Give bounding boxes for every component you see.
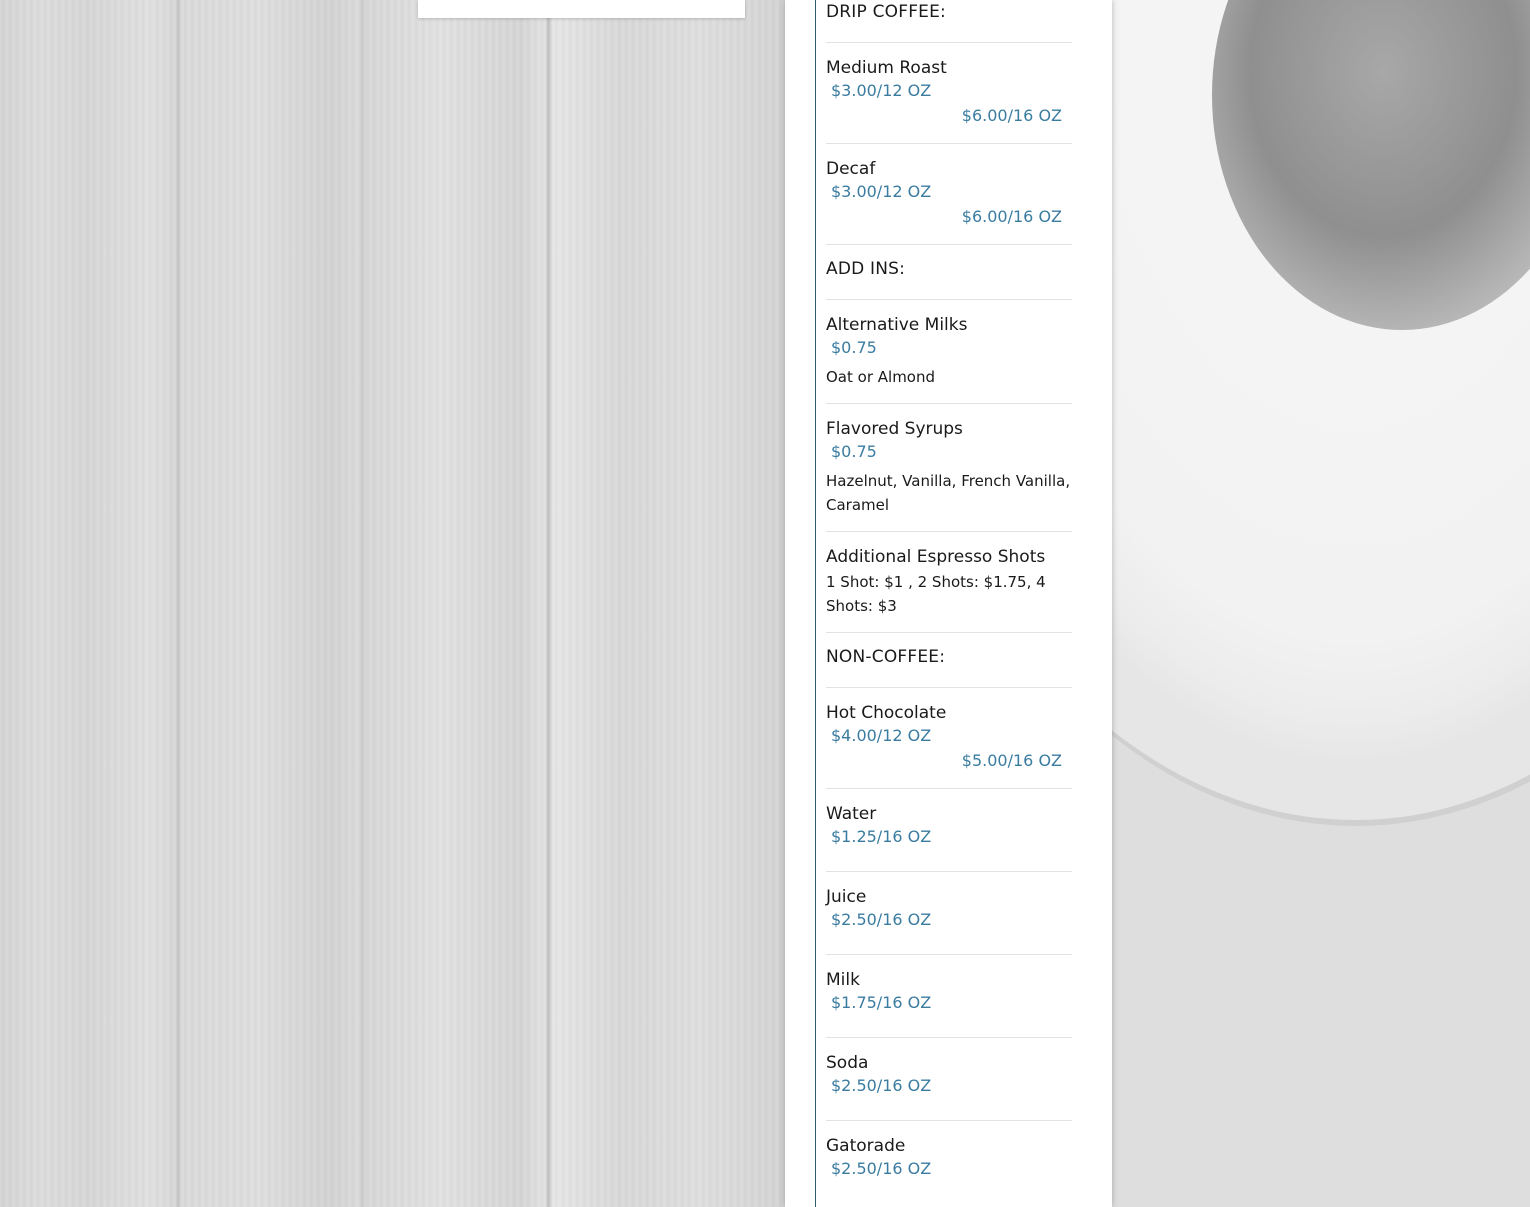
item-name: Gatorade [826, 1136, 906, 1156]
menu-item-espresso-shots: Additional Espresso Shots 1 Shot: $1 , 2… [826, 532, 1072, 633]
item-name: Medium Roast [826, 58, 947, 78]
panel-rule [815, 0, 816, 1207]
menu-item-gatorade: Gatorade $2.50/16 OZ [826, 1121, 1072, 1195]
item-price-small: $3.00/12 OZ [831, 182, 932, 201]
menu-item-juice: Juice $2.50/16 OZ [826, 872, 1072, 955]
item-price: $2.50/16 OZ [831, 910, 932, 929]
menu-item-water: Water $1.25/16 OZ [826, 789, 1072, 872]
wood-background [0, 0, 785, 1207]
menu-item-soda: Soda $2.50/16 OZ [826, 1038, 1072, 1121]
mug-background [1112, 0, 1530, 1207]
item-description: 1 Shot: $1 , 2 Shots: $1.75, 4 Shots: $3 [826, 573, 1046, 615]
menu-item-alternative-milks: Alternative Milks $0.75 Oat or Almond [826, 300, 1072, 404]
item-price: $1.75/16 OZ [831, 993, 932, 1012]
item-name: Alternative Milks [826, 315, 968, 335]
top-card [418, 0, 745, 18]
item-price-large: $5.00/16 OZ [961, 751, 1062, 770]
menu-list: DRIP COFFEE: Medium Roast $3.00/12 OZ $6… [826, 0, 1072, 1195]
item-name: Additional Espresso Shots [826, 547, 1046, 567]
item-name: Water [826, 804, 877, 824]
menu-item-flavored-syrups: Flavored Syrups $0.75 Hazelnut, Vanilla,… [826, 404, 1072, 532]
item-description: Oat or Almond [826, 368, 936, 386]
item-price-large: $6.00/16 OZ [961, 207, 1062, 226]
item-price-large: $6.00/16 OZ [961, 106, 1062, 125]
item-price: $0.75 [831, 442, 877, 461]
item-name: Milk [826, 970, 860, 990]
item-name: Flavored Syrups [826, 419, 963, 439]
item-name: Decaf [826, 159, 876, 179]
item-price: $2.50/16 OZ [831, 1159, 932, 1178]
section-title-non-coffee: NON-COFFEE: [826, 633, 1072, 688]
menu-item-milk: Milk $1.75/16 OZ [826, 955, 1072, 1038]
item-price-small: $3.00/12 OZ [831, 81, 932, 100]
section-title-add-ins: ADD INS: [826, 245, 1072, 300]
menu-item-medium-roast: Medium Roast $3.00/12 OZ $6.00/16 OZ [826, 43, 1072, 144]
item-description: Hazelnut, Vanilla, French Vanilla, Caram… [826, 472, 1071, 514]
section-title-drip-coffee: DRIP COFFEE: [826, 0, 1072, 43]
item-price: $2.50/16 OZ [831, 1076, 932, 1095]
item-name: Soda [826, 1053, 869, 1073]
item-price: $1.25/16 OZ [831, 827, 932, 846]
menu-item-decaf: Decaf $3.00/12 OZ $6.00/16 OZ [826, 144, 1072, 245]
item-price: $0.75 [831, 338, 877, 357]
menu-panel: DRIP COFFEE: Medium Roast $3.00/12 OZ $6… [785, 0, 1112, 1207]
item-name: Hot Chocolate [826, 703, 947, 723]
item-price-small: $4.00/12 OZ [831, 726, 932, 745]
item-name: Juice [826, 887, 867, 907]
menu-item-hot-chocolate: Hot Chocolate $4.00/12 OZ $5.00/16 OZ [826, 688, 1072, 789]
